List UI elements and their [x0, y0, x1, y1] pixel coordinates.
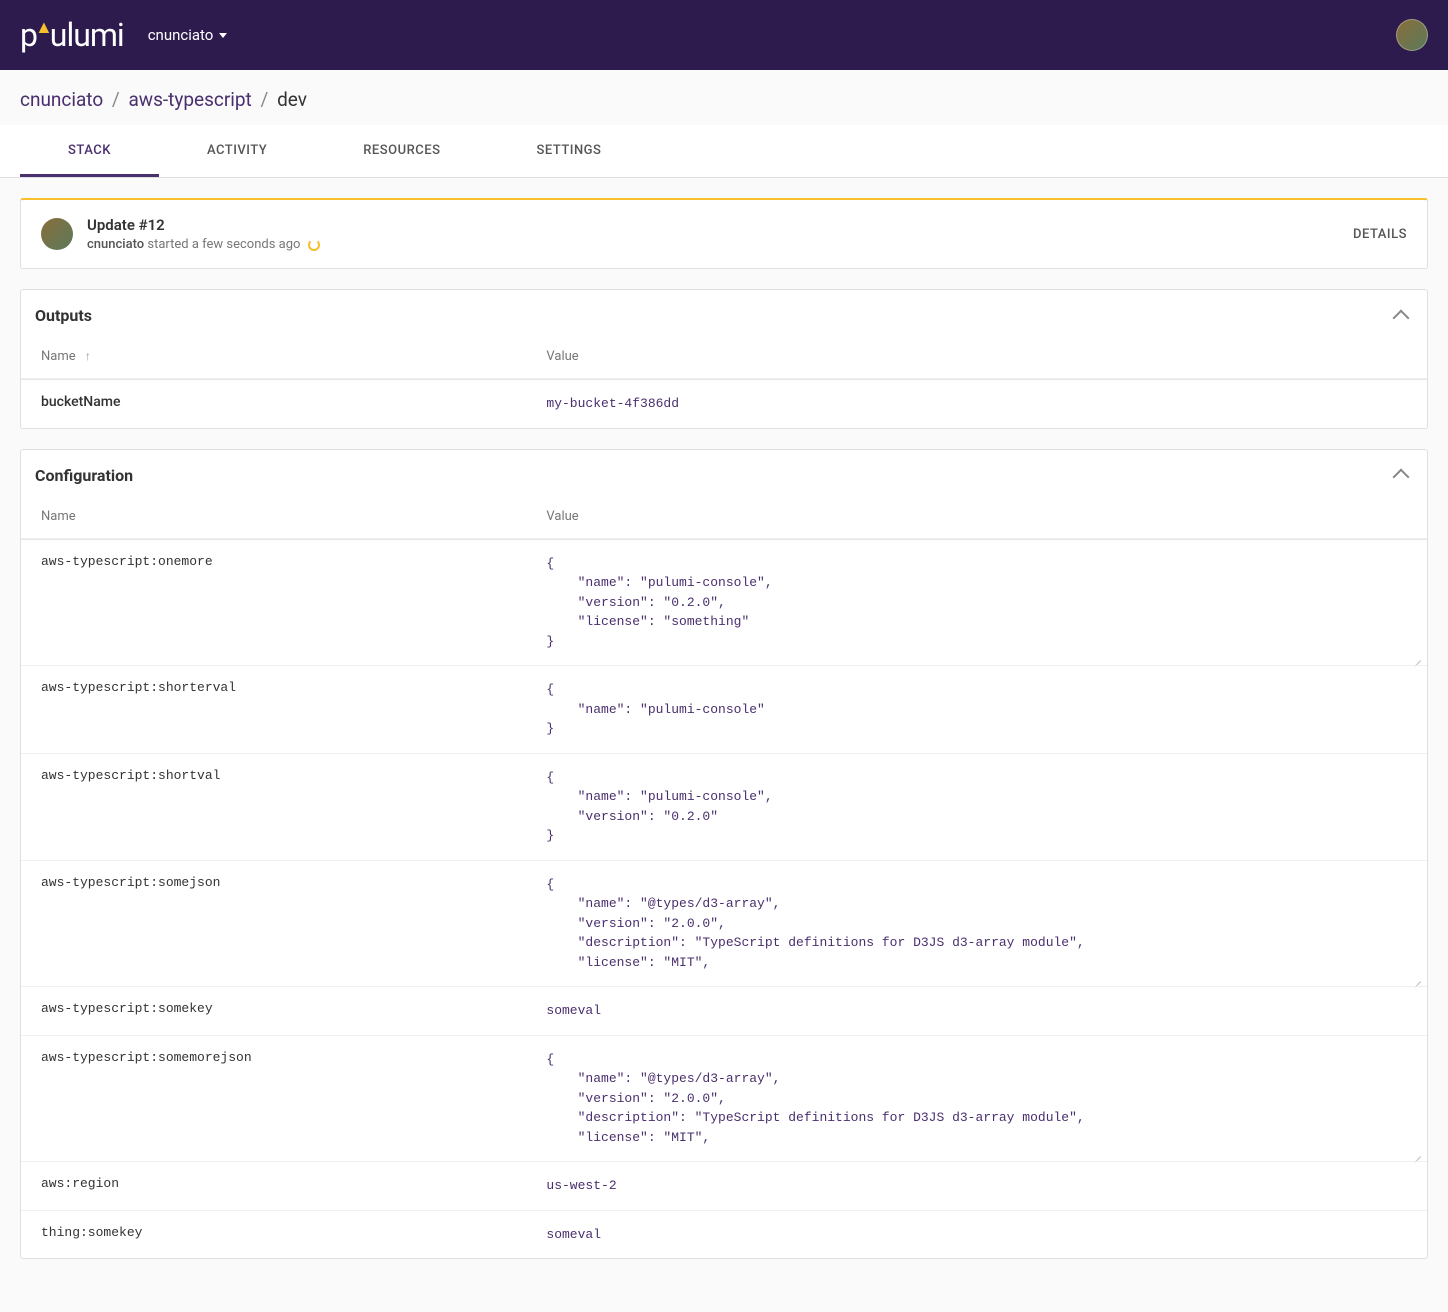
config-row: aws-typescript:somekeysomeval	[21, 986, 1427, 1035]
config-value: { "name": "pulumi-console", "version": "…	[546, 768, 1407, 846]
header-left: p▲ulumi cnunciato	[20, 16, 227, 54]
update-rest: started a few seconds ago	[144, 237, 300, 252]
user-avatar[interactable]	[1396, 19, 1428, 51]
update-user[interactable]: cnunciato	[87, 237, 144, 252]
breadcrumb-stack: dev	[277, 88, 307, 111]
org-dropdown[interactable]: cnunciato	[148, 26, 228, 44]
details-link[interactable]: DETAILS	[1353, 227, 1407, 242]
output-name: bucketName	[41, 394, 546, 410]
content: Update #12 cnunciato started a few secon…	[0, 198, 1448, 1279]
tab-activity[interactable]: ACTIVITY	[159, 125, 315, 177]
resize-handle-icon[interactable]	[1411, 972, 1421, 982]
resize-handle-icon[interactable]	[1411, 651, 1421, 661]
outputs-title: Outputs	[35, 306, 92, 325]
config-value: { "name": "@types/d3-array", "version": …	[546, 1050, 1407, 1148]
outputs-header[interactable]: Outputs	[21, 290, 1427, 335]
config-row: aws:regionus-west-2	[21, 1161, 1427, 1210]
chevron-up-icon	[1393, 309, 1410, 326]
config-value: { "name": "pulumi-console", "version": "…	[546, 554, 1407, 652]
config-value: us-west-2	[546, 1176, 1407, 1196]
update-card: Update #12 cnunciato started a few secon…	[20, 198, 1428, 269]
resize-handle-icon[interactable]	[1411, 1147, 1421, 1157]
tab-resources[interactable]: RESOURCES	[315, 125, 488, 177]
update-left: Update #12 cnunciato started a few secon…	[41, 216, 320, 252]
outputs-card: Outputs Name ↑ Value bucketNamemy-bucket…	[20, 289, 1428, 429]
caret-down-icon	[219, 33, 227, 38]
tab-stack[interactable]: STACK	[20, 125, 159, 177]
config-row: aws-typescript:somejson{ "name": "@types…	[21, 860, 1427, 987]
org-name: cnunciato	[148, 26, 214, 44]
top-header: p▲ulumi cnunciato	[0, 0, 1448, 70]
breadcrumb-project[interactable]: aws-typescript	[128, 88, 251, 111]
breadcrumb: cnunciato / aws-typescript / dev	[0, 70, 1448, 125]
config-name: thing:somekey	[41, 1225, 546, 1240]
logo-dot-icon: ▲	[35, 17, 52, 38]
config-name: aws-typescript:somejson	[41, 875, 546, 890]
outputs-col-value[interactable]: Value	[546, 349, 1407, 364]
config-name: aws-typescript:shortval	[41, 768, 546, 783]
config-name: aws:region	[41, 1176, 546, 1191]
tabs: STACKACTIVITYRESOURCESSETTINGS	[0, 125, 1448, 178]
config-col-value[interactable]: Value	[546, 509, 1407, 524]
config-card: Configuration Name Value aws-typescript:…	[20, 449, 1428, 1260]
config-value: { "name": "@types/d3-array", "version": …	[546, 875, 1407, 973]
config-row: thing:somekeysomeval	[21, 1210, 1427, 1259]
config-row: aws-typescript:somemorejson{ "name": "@t…	[21, 1035, 1427, 1162]
config-value: { "name": "pulumi-console" }	[546, 680, 1407, 739]
update-avatar	[41, 218, 73, 250]
outputs-table-header: Name ↑ Value	[21, 335, 1427, 379]
update-meta: cnunciato started a few seconds ago	[87, 237, 320, 252]
config-row: aws-typescript:onemore{ "name": "pulumi-…	[21, 539, 1427, 666]
config-row: aws-typescript:shortval{ "name": "pulumi…	[21, 753, 1427, 860]
update-title: Update #12	[87, 216, 320, 234]
config-value: someval	[546, 1225, 1407, 1245]
pulumi-logo[interactable]: p▲ulumi	[20, 16, 124, 54]
config-name: aws-typescript:shorterval	[41, 680, 546, 695]
breadcrumb-sep: /	[112, 88, 120, 111]
output-value: my-bucket-4f386dd	[546, 394, 1407, 414]
sort-asc-icon: ↑	[85, 349, 91, 363]
config-name: aws-typescript:onemore	[41, 554, 546, 569]
config-value: someval	[546, 1001, 1407, 1021]
tab-settings[interactable]: SETTINGS	[488, 125, 649, 177]
config-row: aws-typescript:shorterval{ "name": "pulu…	[21, 665, 1427, 753]
config-col-name[interactable]: Name	[41, 509, 546, 524]
breadcrumb-sep: /	[261, 88, 269, 111]
config-table-header: Name Value	[21, 495, 1427, 539]
spinner-icon	[308, 239, 320, 251]
chevron-up-icon	[1393, 469, 1410, 486]
config-name: aws-typescript:somekey	[41, 1001, 546, 1016]
config-name: aws-typescript:somemorejson	[41, 1050, 546, 1065]
outputs-col-name[interactable]: Name ↑	[41, 349, 546, 364]
outputs-row: bucketNamemy-bucket-4f386dd	[21, 379, 1427, 428]
breadcrumb-org[interactable]: cnunciato	[20, 88, 103, 111]
config-header[interactable]: Configuration	[21, 450, 1427, 495]
config-title: Configuration	[35, 466, 133, 485]
